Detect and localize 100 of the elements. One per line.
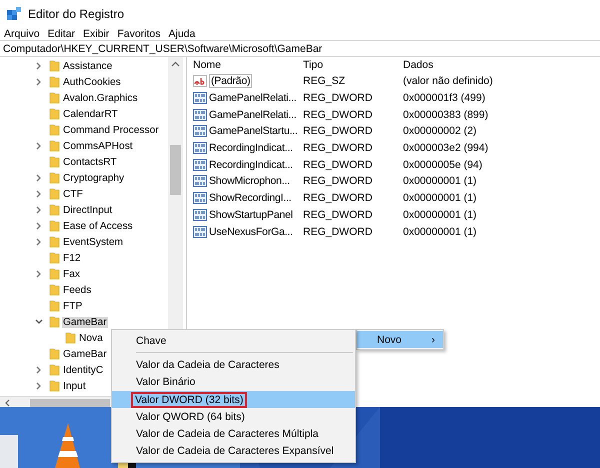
menu-item[interactable]: Valor de Cadeia de Caracteres Expansível — [112, 442, 355, 460]
tree-item[interactable]: CommsAPHost — [62, 140, 134, 152]
table-cell-text: 0x000001f3 (499) — [403, 92, 486, 104]
tree-item[interactable]: Input — [62, 380, 87, 392]
table-cell-text: REG_DWORD — [303, 92, 374, 104]
folder-icon — [49, 140, 60, 152]
tree-item[interactable]: Feeds — [62, 284, 92, 296]
column-header[interactable]: Tipo — [303, 59, 403, 71]
tree-item[interactable]: Nova — [78, 332, 104, 344]
binary-value-icon — [193, 92, 207, 104]
tree-item[interactable]: Fax — [62, 268, 81, 280]
folder-icon — [49, 172, 60, 184]
string-value-icon — [193, 75, 207, 88]
binary-value-icon — [193, 158, 207, 171]
table-cell: UseNexusForGa... — [209, 226, 293, 238]
scroll-left-icon[interactable] — [4, 399, 10, 407]
menu-item[interactable]: Novo › — [357, 331, 443, 348]
table-cell-text: REG_DWORD — [303, 142, 374, 154]
menu-item[interactable]: Favoritos — [117, 28, 160, 40]
folder-icon — [49, 108, 60, 120]
menu-item[interactable]: Valor DWORD (32 bits) — [112, 390, 355, 408]
expand-chevron-icon[interactable] — [36, 270, 42, 278]
menu-item[interactable]: Valor QWORD (64 bits) — [112, 408, 355, 426]
table-cell-text: 0x0000005e (94) — [403, 158, 484, 171]
tree-item[interactable]: ContactsRT — [62, 156, 118, 168]
tree-item[interactable]: GameBar — [62, 348, 108, 360]
folder-icon — [49, 156, 60, 168]
tree-item[interactable]: CalendarRT — [62, 108, 119, 120]
column-header[interactable]: Nome — [193, 59, 303, 71]
table-cell-text: 0x00000001 (1) — [403, 192, 478, 204]
folder-icon — [49, 124, 60, 136]
menu-item[interactable]: Ajuda — [168, 28, 196, 40]
folder-icon — [65, 332, 76, 344]
menu-item[interactable]: Exibir — [83, 28, 110, 40]
folder-icon — [49, 316, 60, 328]
table-cell-text: 0x00000383 (899) — [403, 108, 490, 121]
menu-item[interactable]: Valor de Cadeia de Caracteres Múltipla — [112, 425, 355, 443]
expand-chevron-icon[interactable] — [36, 142, 42, 150]
scrollbar-thumb[interactable] — [170, 145, 181, 195]
folder-icon — [49, 60, 60, 72]
tree-item[interactable]: Ease of Access — [62, 220, 134, 232]
table-cell: (Padrão) — [209, 74, 252, 88]
binary-value-icon — [193, 175, 207, 188]
folder-icon — [49, 284, 60, 296]
table-cell: GamePanelStartu... — [209, 125, 298, 138]
menu-item[interactable]: Arquivo — [4, 28, 40, 40]
table-cell: RecordingIndicat... — [209, 158, 293, 171]
address-bar[interactable]: Computador\HKEY_CURRENT_USER\Software\Microsoft\GameBar — [0, 40, 600, 57]
tree-item[interactable]: EventSystem — [62, 236, 124, 248]
scroll-up-icon[interactable] — [171, 61, 180, 67]
table-cell-text: (valor não definido) — [403, 75, 494, 88]
table-cell-text: 0x000003e2 (994) — [403, 142, 490, 154]
table-cell-text: REG_DWORD — [303, 226, 374, 238]
binary-value-icon — [193, 125, 207, 138]
menu-item[interactable]: Valor da Cadeia de Caracteres — [112, 356, 355, 374]
table-cell: GamePanelRelati... — [209, 92, 296, 104]
tree-item[interactable]: Assistance — [62, 60, 114, 72]
folder-icon — [49, 380, 60, 392]
folder-icon — [49, 188, 60, 200]
table-cell: GamePanelRelati... — [209, 108, 296, 121]
table-cell-text: REG_DWORD — [303, 158, 374, 171]
tree-item[interactable]: Avalon.Graphics — [62, 92, 139, 104]
tree-item[interactable]: Command Processor — [62, 124, 160, 136]
table-cell-text: REG_DWORD — [303, 208, 374, 221]
table-cell-text: 0x00000001 (1) — [403, 175, 478, 188]
submenu-arrow: › — [432, 334, 435, 346]
table-cell-text: 0x00000001 (1) — [403, 208, 478, 221]
tree-item[interactable]: IdentityC — [62, 364, 104, 376]
table-cell-text: 0x00000002 (2) — [403, 125, 478, 138]
table-cell: ShowMicrophon... — [209, 175, 290, 188]
menu-item[interactable]: Valor Binário — [112, 374, 355, 391]
app-icon — [7, 7, 21, 21]
collapse-chevron-icon[interactable] — [35, 319, 43, 325]
tree-item[interactable]: DirectInput — [62, 204, 114, 216]
tree-item[interactable]: CTF — [62, 188, 84, 200]
folder-icon — [49, 348, 60, 360]
scrollbar-thumb[interactable] — [30, 399, 110, 407]
binary-value-icon — [193, 192, 207, 204]
menu-item[interactable]: Editar — [48, 28, 76, 40]
binary-value-icon — [193, 142, 207, 154]
tree-item[interactable]: FTP — [62, 300, 84, 312]
folder-icon — [49, 220, 60, 232]
table-cell-text: REG_DWORD — [303, 108, 374, 121]
table-cell-text: REG_DWORD — [303, 125, 374, 138]
folder-icon — [49, 236, 60, 248]
binary-value-icon — [193, 208, 207, 221]
folder-icon — [49, 300, 60, 312]
menu-item[interactable]: Chave — [112, 332, 355, 350]
table-cell-text: REG_SZ — [303, 75, 346, 88]
folder-icon — [49, 268, 60, 280]
folder-icon — [49, 364, 60, 376]
table-cell-text: REG_DWORD — [303, 192, 374, 204]
binary-value-icon — [193, 226, 207, 238]
tree-item[interactable]: AuthCookies — [62, 76, 122, 88]
tree-item[interactable]: Cryptography — [62, 172, 126, 184]
folder-icon — [49, 76, 60, 88]
column-header[interactable]: Dados — [403, 59, 600, 71]
tree-item[interactable]: F12 — [62, 252, 82, 264]
binary-value-icon — [193, 108, 207, 121]
tree-item[interactable]: GameBar — [62, 316, 108, 328]
